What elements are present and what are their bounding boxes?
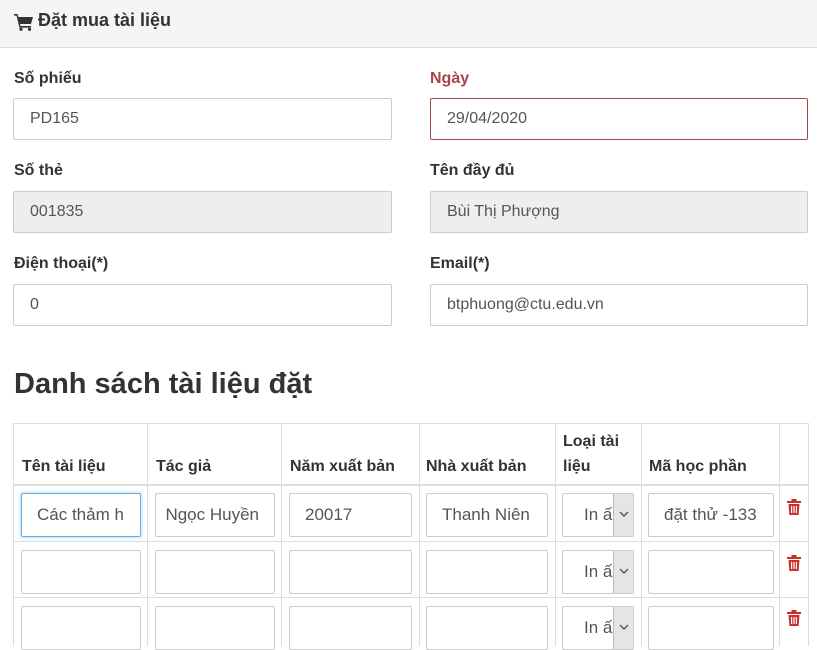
email-label: Email(*): [430, 255, 490, 272]
col-divider: [281, 423, 282, 646]
col-divider: [13, 423, 14, 646]
row3-nam-xuat-ban-input[interactable]: [289, 606, 412, 650]
row1-nha-xuat-ban-input[interactable]: Thanh Niên: [426, 493, 548, 537]
ngay-label: Ngày: [430, 70, 470, 87]
header-loai-tai-lieu-line1: Loại tài: [563, 433, 620, 450]
so-phieu-label: Số phiếu: [14, 70, 82, 87]
panel-title: Đặt mua tài liệu: [38, 10, 172, 30]
trash-icon[interactable]: [787, 499, 801, 515]
so-the-input: 001835: [13, 191, 392, 233]
row3-ma-hoc-phan-input[interactable]: [648, 606, 774, 650]
col-divider: [147, 423, 148, 646]
row1-loai-tai-lieu-select[interactable]: In ấ: [562, 493, 634, 537]
dien-thoai-input[interactable]: 0: [13, 284, 392, 326]
so-phieu-input[interactable]: PD165: [13, 98, 392, 140]
row-divider: [13, 597, 809, 598]
documents-table: Tên tài liệu Tác giả Năm xuất bản Nhà xu…: [13, 423, 809, 650]
select-value: In ấ: [584, 505, 613, 524]
row2-loai-tai-lieu-select[interactable]: In ấ: [562, 550, 634, 594]
row3-loai-tai-lieu-select[interactable]: In ấ: [562, 606, 634, 650]
row2-tac-gia-input[interactable]: [155, 550, 275, 594]
chevron-down-icon: [613, 494, 633, 536]
email-input[interactable]: btphuong@ctu.edu.vn: [430, 284, 808, 326]
row2-ten-tai-lieu-input[interactable]: [21, 550, 141, 594]
header-loai-tai-lieu-line2: liệu: [563, 458, 591, 475]
row3-ten-tai-lieu-input[interactable]: [21, 606, 141, 650]
chevron-down-icon: [613, 607, 633, 649]
trash-icon[interactable]: [787, 610, 801, 626]
ten-day-du-input: Bùi Thị Phượng: [430, 191, 808, 233]
panel-heading: Đặt mua tài liệu: [0, 0, 817, 48]
select-value: In ấ: [584, 562, 613, 581]
ngay-input[interactable]: 29/04/2020: [430, 98, 808, 140]
table-border-top: [13, 423, 809, 424]
ten-day-du-label: Tên đầy đủ: [430, 162, 515, 179]
row1-ma-hoc-phan-input[interactable]: 133- đặt thử: [648, 493, 774, 537]
select-value: In ấ: [584, 618, 613, 637]
row3-tac-gia-input[interactable]: [155, 606, 275, 650]
row2-nam-xuat-ban-input[interactable]: [289, 550, 412, 594]
header-tac-gia: Tác giả: [156, 458, 212, 475]
row3-nha-xuat-ban-input[interactable]: [426, 606, 548, 650]
col-divider: [779, 423, 780, 646]
row2-nha-xuat-ban-input[interactable]: [426, 550, 548, 594]
section-title: Danh sách tài liệu đặt: [14, 368, 313, 400]
dien-thoai-label: Điện thoại(*): [14, 255, 109, 272]
row1-nam-xuat-ban-input[interactable]: 20017: [289, 493, 412, 537]
col-divider: [555, 423, 556, 646]
row1-ten-tai-lieu-input[interactable]: Các thảm h: [21, 493, 141, 537]
col-divider: [808, 423, 809, 646]
trash-icon[interactable]: [787, 555, 801, 571]
row-divider: [13, 541, 809, 542]
row1-tac-gia-input[interactable]: Ngọc Huyền: [155, 493, 275, 537]
header-ten-tai-lieu: Tên tài liệu: [22, 458, 106, 475]
col-divider: [641, 423, 642, 646]
header-nam-xuat-ban: Năm xuất bản: [290, 458, 395, 475]
shopping-cart-icon: [14, 14, 33, 31]
header-nha-xuat-ban: Nhà xuất bản: [426, 458, 527, 475]
so-the-label: Số thẻ: [14, 162, 63, 179]
col-divider: [419, 423, 420, 646]
header-ma-hoc-phan: Mã học phần: [649, 458, 747, 475]
table-header-border: [13, 484, 809, 486]
row2-ma-hoc-phan-input[interactable]: [648, 550, 774, 594]
chevron-down-icon: [613, 551, 633, 593]
